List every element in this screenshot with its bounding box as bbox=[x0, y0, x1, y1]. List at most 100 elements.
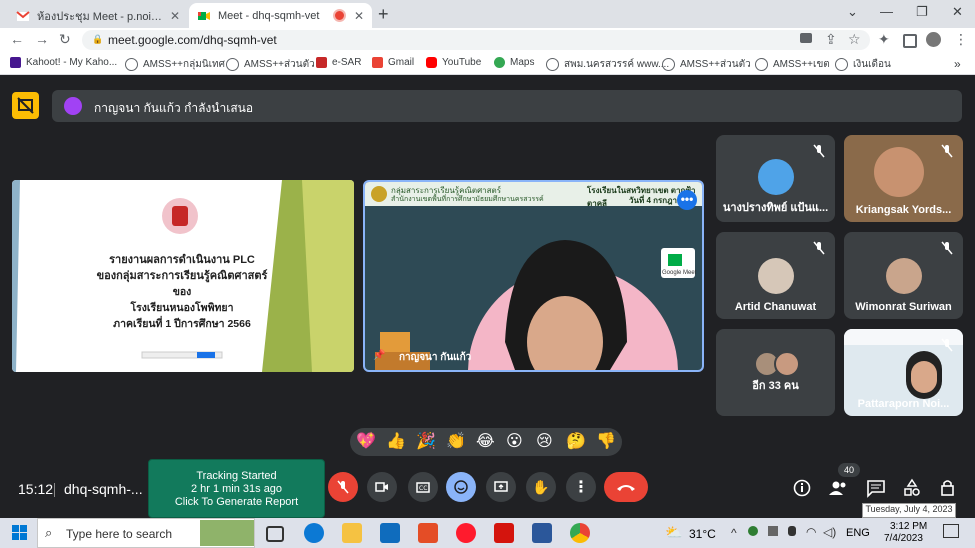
maximize-button[interactable]: ❐ bbox=[916, 4, 928, 20]
chrome-icon[interactable] bbox=[570, 523, 590, 543]
smiley-icon bbox=[454, 480, 468, 494]
windows-start-icon[interactable] bbox=[12, 525, 28, 544]
bookmark-item[interactable]: AMSS++กลุ่มนิเทศ bbox=[125, 57, 225, 72]
mic-off-icon bbox=[941, 241, 953, 255]
raise-hand-button[interactable]: ✋ bbox=[526, 472, 556, 502]
presenting-icon[interactable] bbox=[12, 92, 39, 119]
participant-face bbox=[911, 361, 937, 393]
reaction-thinking[interactable]: 🤔 bbox=[566, 431, 586, 451]
bookmark-item[interactable]: Maps bbox=[494, 57, 534, 68]
bookmark-star-icon[interactable]: ☆ bbox=[848, 31, 861, 48]
meeting-info-icon[interactable] bbox=[792, 478, 812, 498]
microphone-tray-icon[interactable] bbox=[788, 526, 796, 536]
menu-icon[interactable]: ⋮ bbox=[954, 31, 968, 48]
people-icon[interactable] bbox=[828, 478, 848, 498]
profile-avatar[interactable] bbox=[926, 32, 941, 47]
reaction-sad[interactable]: 😢 bbox=[536, 431, 553, 451]
clock-date[interactable]: 7/4/2023 bbox=[884, 533, 923, 544]
camera-toggle-button[interactable] bbox=[367, 472, 397, 502]
activities-icon[interactable] bbox=[902, 478, 922, 498]
bookmark-item[interactable]: AMSS++เขต bbox=[755, 57, 830, 72]
bookmark-item[interactable]: e-SAR bbox=[316, 57, 361, 68]
mail-icon[interactable] bbox=[380, 523, 400, 543]
reaction-thumbs-up[interactable]: 👍 bbox=[386, 431, 406, 451]
edge-icon[interactable] bbox=[304, 523, 324, 543]
presenter-video-tile[interactable]: กลุ่มสาระการเรียนรู้คณิตศาสตร์ สำนักงานเ… bbox=[363, 180, 704, 372]
close-tab-icon[interactable]: ✕ bbox=[170, 9, 180, 23]
acrobat-icon[interactable] bbox=[494, 523, 514, 543]
reaction-heart[interactable]: 💖 bbox=[356, 431, 376, 451]
show-hidden-icons[interactable]: ^ bbox=[731, 526, 737, 540]
tracking-report-button[interactable]: Tracking Started 2 hr 1 min 31s ago Clic… bbox=[148, 459, 325, 518]
close-window-button[interactable]: ✕ bbox=[952, 4, 963, 20]
clock-time[interactable]: 3:12 PM bbox=[890, 521, 927, 532]
word-icon[interactable] bbox=[532, 523, 552, 543]
wps-icon[interactable] bbox=[418, 523, 438, 543]
reaction-laugh[interactable]: 😂 bbox=[476, 431, 495, 451]
participant-tile[interactable]: Pattaraporn Noi... bbox=[844, 329, 963, 416]
reaction-thumbs-down[interactable]: 👎 bbox=[596, 431, 616, 451]
chat-icon[interactable] bbox=[866, 478, 886, 498]
bookmark-item[interactable]: Gmail bbox=[372, 57, 414, 68]
more-options-icon[interactable]: ••• bbox=[677, 190, 697, 210]
globe-icon bbox=[755, 58, 768, 71]
wifi-icon[interactable]: ◠ bbox=[806, 525, 816, 539]
notifications-icon[interactable] bbox=[943, 524, 959, 538]
task-view-icon[interactable] bbox=[266, 526, 284, 542]
forward-icon[interactable]: → bbox=[35, 31, 49, 47]
maps-icon bbox=[494, 57, 505, 68]
bookmark-item[interactable]: สพม.นครสวรรค์ www.... bbox=[546, 57, 669, 72]
mic-toggle-button[interactable] bbox=[328, 472, 358, 502]
back-icon[interactable]: ← bbox=[10, 31, 24, 47]
tray-app-icon[interactable] bbox=[768, 526, 778, 536]
host-controls-icon[interactable] bbox=[938, 478, 958, 498]
reaction-party[interactable]: 🎉 bbox=[416, 431, 436, 451]
weather-temp[interactable]: 31°C bbox=[689, 527, 716, 541]
tab-meet-active[interactable]: Meet - dhq-sqmh-vet ✕ bbox=[189, 3, 372, 28]
share-icon[interactable]: ⇪ bbox=[825, 31, 837, 48]
tracking-line: Tracking Started bbox=[196, 470, 277, 482]
minimize-button[interactable]: — bbox=[880, 4, 893, 19]
screen-share-off-icon bbox=[17, 97, 34, 114]
tracking-line: Click To Generate Report bbox=[174, 496, 299, 508]
pin-icon[interactable]: 📌 bbox=[373, 350, 385, 361]
participant-avatar bbox=[758, 258, 794, 294]
file-explorer-icon[interactable] bbox=[342, 523, 362, 543]
bookmark-item[interactable]: YouTube bbox=[426, 57, 481, 68]
extensions-icon[interactable]: ✦ bbox=[878, 31, 890, 48]
more-options-button[interactable]: ⋮ bbox=[566, 472, 596, 502]
video-header-date: วันที่ 4 กรกฎาค bbox=[629, 196, 683, 205]
volume-icon[interactable]: ◁) bbox=[823, 525, 836, 539]
present-now-button[interactable] bbox=[486, 472, 516, 502]
language-indicator[interactable]: ENG bbox=[846, 527, 870, 539]
tray-app-icon[interactable] bbox=[748, 526, 758, 536]
reload-icon[interactable]: ↻ bbox=[59, 31, 71, 48]
more-bookmarks-icon[interactable]: » bbox=[954, 57, 961, 71]
bookmark-item[interactable]: เงินเดือน bbox=[835, 57, 891, 72]
google-meet-badge: Google Meet bbox=[662, 270, 697, 276]
mic-off-icon bbox=[941, 338, 953, 352]
reaction-surprised[interactable]: 😮 bbox=[506, 431, 523, 451]
presenter-avatar bbox=[64, 97, 82, 115]
tab-meet-room[interactable]: ห้องประชุม Meet - p.noigor@gmai ✕ bbox=[8, 3, 188, 28]
participant-tile[interactable]: Kriangsak Yords... bbox=[844, 135, 963, 222]
captions-button[interactable]: CC bbox=[408, 472, 438, 502]
participant-tile[interactable]: Artid Chanuwat bbox=[716, 232, 835, 319]
participant-tile[interactable]: นางปรางทิพย์ แป้นแ... bbox=[716, 135, 835, 222]
emoji-reactions-button[interactable] bbox=[446, 472, 476, 502]
more-participants-tile[interactable]: อีก 33 คน bbox=[716, 329, 835, 416]
reaction-clap[interactable]: 👏 bbox=[446, 431, 466, 451]
shared-slide[interactable]: รายงานผลการดำเนินงาน PLC ของกลุ่มสาระการ… bbox=[12, 180, 354, 372]
close-tab-icon[interactable]: ✕ bbox=[354, 9, 364, 23]
leave-call-button[interactable] bbox=[604, 472, 648, 502]
camera-icon[interactable] bbox=[800, 33, 812, 43]
participant-tile[interactable]: Wimonrat Suriwan bbox=[844, 232, 963, 319]
new-tab-button[interactable]: + bbox=[378, 4, 389, 25]
bookmark-item[interactable]: AMSS++ส่วนตัว bbox=[662, 57, 751, 72]
tracking-line: 2 hr 1 min 31s ago bbox=[190, 483, 283, 495]
bookmark-item[interactable]: AMSS++ส่วนตัว bbox=[226, 57, 315, 72]
bookmark-item[interactable]: Kahoot! - My Kaho... bbox=[10, 57, 117, 68]
tab-search-icon[interactable]: ⌄ bbox=[847, 4, 858, 20]
opera-icon[interactable] bbox=[456, 523, 476, 543]
side-panel-icon[interactable] bbox=[903, 34, 917, 48]
